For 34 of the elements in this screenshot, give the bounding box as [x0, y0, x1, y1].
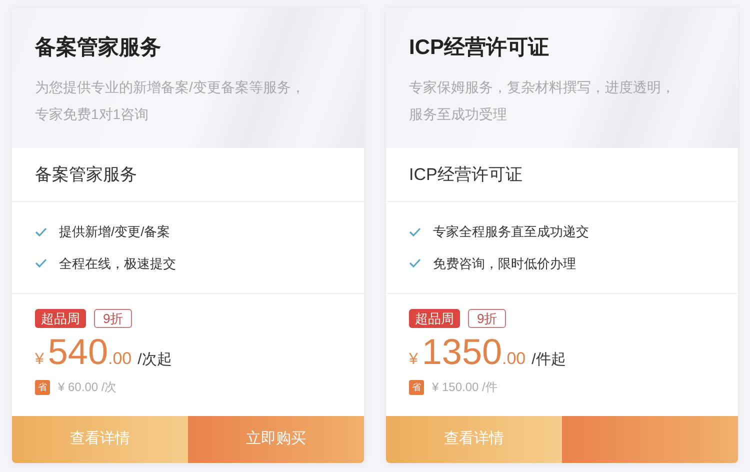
feature-text: 专家全程服务直至成功递交: [433, 223, 589, 241]
card-title: 备案管家服务: [35, 34, 162, 61]
price-unit: /件起: [532, 350, 566, 370]
saving-text: ¥ 150.00 /件: [432, 379, 498, 396]
check-icon: [35, 226, 47, 237]
saving-text: ¥ 60.00 /次: [58, 379, 117, 396]
save-mark: 省: [409, 380, 424, 394]
promo-tag: 9折: [94, 309, 132, 328]
plan-name: 备案管家服务: [12, 148, 364, 202]
check-icon: [409, 258, 421, 268]
price: 540: [48, 330, 108, 374]
price-cents: .00: [502, 348, 526, 370]
feature-text: 全程在线，极速提交: [59, 254, 176, 272]
currency-symbol: ¥: [409, 350, 418, 370]
card-title: ICP经营许可证: [409, 35, 550, 61]
details-button[interactable]: 查看详情: [12, 416, 188, 463]
details-button[interactable]: 查看详情: [386, 416, 562, 463]
plan-name: ICP经营许可证: [386, 148, 738, 202]
feature-text: 免费咨询，限时低价办理: [433, 254, 576, 272]
check-icon: [35, 258, 47, 268]
card-description: 为您提供专业的新增备案/变更备案等服务，专家免费1对1咨询: [35, 78, 306, 124]
promo-tag: 超品周: [409, 309, 460, 328]
promo-tag: 9折: [468, 309, 506, 328]
currency-symbol: ¥: [35, 350, 44, 370]
price: 1350: [422, 330, 502, 374]
price-unit: /次起: [138, 350, 172, 370]
feature-text: 提供新增/变更/备案: [59, 223, 170, 241]
save-mark: 省: [35, 380, 50, 394]
price-cents: .00: [108, 348, 132, 370]
buy-button[interactable]: 立即购买: [188, 416, 364, 463]
check-icon: [409, 226, 421, 237]
promo-tag: 超品周: [35, 309, 86, 328]
buy-button[interactable]: [562, 416, 738, 463]
card-description: 专家保姆服务，复杂材料撰写，进度透明，服务至成功受理: [409, 78, 676, 124]
